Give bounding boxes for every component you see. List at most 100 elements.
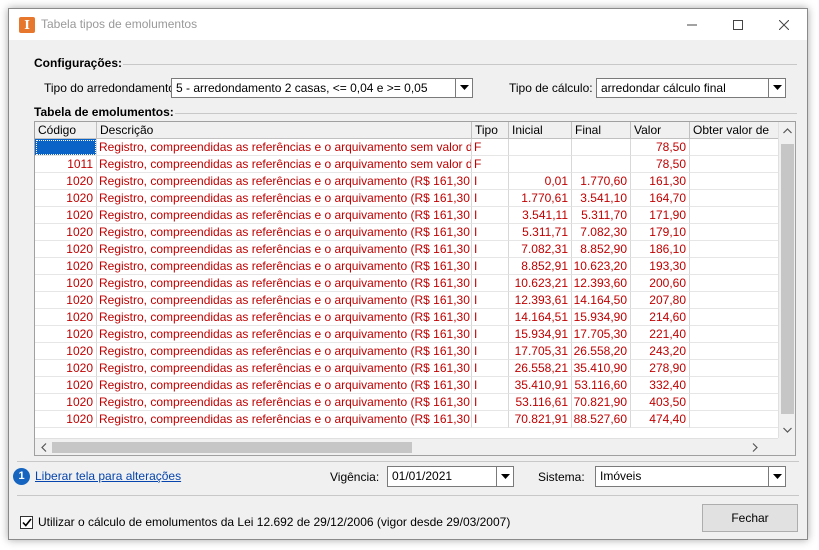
table-row[interactable]: 1020 Registro, compreendidas as referênci…: [35, 224, 780, 241]
cell-descricao[interactable]: Registro, compreendidas as referências e…: [97, 377, 472, 394]
cell-valor[interactable]: 171,90: [631, 207, 690, 224]
cell-obter[interactable]: [690, 241, 780, 258]
cell-obter[interactable]: [690, 275, 780, 292]
table-row[interactable]: 1010 Registro, compreendidas as referênci…: [35, 139, 780, 156]
cell-tipo[interactable]: I: [472, 258, 509, 275]
cell-tipo[interactable]: F: [472, 139, 509, 156]
scroll-down-button[interactable]: [779, 421, 795, 438]
cell-valor[interactable]: 278,90: [631, 360, 690, 377]
vigencia-dropdown-button[interactable]: [496, 467, 513, 486]
scroll-up-button[interactable]: [779, 122, 795, 139]
cell-inicial[interactable]: 26.558,21: [509, 360, 572, 377]
table-row[interactable]: 1020 Registro, compreendidas as referênci…: [35, 275, 780, 292]
table-row[interactable]: 1011 Registro, compreendidas as referênci…: [35, 156, 780, 173]
table-row[interactable]: 1020 Registro, compreendidas as referênci…: [35, 326, 780, 343]
cell-tipo[interactable]: F: [472, 156, 509, 173]
cell-final[interactable]: [572, 156, 631, 173]
cell-valor[interactable]: 221,40: [631, 326, 690, 343]
cell-descricao[interactable]: Registro, compreendidas as referências e…: [97, 394, 472, 411]
cell-obter[interactable]: [690, 377, 780, 394]
cell-codigo[interactable]: 1020: [35, 377, 97, 394]
cell-obter[interactable]: [690, 292, 780, 309]
cell-obter[interactable]: [690, 156, 780, 173]
cell-tipo[interactable]: I: [472, 411, 509, 428]
cell-obter[interactable]: [690, 394, 780, 411]
cell-tipo[interactable]: I: [472, 241, 509, 258]
table-row[interactable]: 1020 Registro, compreendidas as referênci…: [35, 377, 780, 394]
cell-valor[interactable]: 179,10: [631, 224, 690, 241]
cell-final[interactable]: 8.852,90: [572, 241, 631, 258]
unlock-link[interactable]: Liberar tela para alterações: [35, 469, 181, 483]
scroll-left-button[interactable]: [35, 439, 52, 455]
lei-checkbox[interactable]: [20, 516, 33, 529]
cell-inicial[interactable]: 14.164,51: [509, 309, 572, 326]
table-row[interactable]: 1020 Registro, compreendidas as referênci…: [35, 394, 780, 411]
cell-tipo[interactable]: I: [472, 326, 509, 343]
table-row[interactable]: 1020 Registro, compreendidas as referênci…: [35, 258, 780, 275]
cell-tipo[interactable]: I: [472, 275, 509, 292]
cell-descricao[interactable]: Registro, compreendidas as referências e…: [97, 173, 472, 190]
cell-valor[interactable]: 186,10: [631, 241, 690, 258]
cell-descricao[interactable]: Registro, compreendidas as referências e…: [97, 224, 472, 241]
cell-codigo[interactable]: 1020: [35, 394, 97, 411]
cell-inicial[interactable]: 1.770,61: [509, 190, 572, 207]
cell-inicial[interactable]: [509, 156, 572, 173]
cell-descricao[interactable]: Registro, compreendidas as referências e…: [97, 326, 472, 343]
vertical-scroll-thumb[interactable]: [781, 144, 794, 414]
cell-final[interactable]: 35.410,90: [572, 360, 631, 377]
cell-obter[interactable]: [690, 360, 780, 377]
cell-inicial[interactable]: 5.311,71: [509, 224, 572, 241]
cell-final[interactable]: 3.541,10: [572, 190, 631, 207]
header-tipo[interactable]: Tipo: [472, 122, 509, 139]
cell-tipo[interactable]: I: [472, 292, 509, 309]
cell-descricao[interactable]: Registro, compreendidas as referências e…: [97, 275, 472, 292]
cell-inicial[interactable]: 10.623,21: [509, 275, 572, 292]
cell-obter[interactable]: [690, 139, 780, 156]
rounding-select[interactable]: 5 - arredondamento 2 casas, <= 0,04 e >=…: [171, 78, 473, 98]
cell-final[interactable]: 15.934,90: [572, 309, 631, 326]
cell-inicial[interactable]: 53.116,61: [509, 394, 572, 411]
calc-select[interactable]: arredondar cálculo final: [596, 78, 786, 98]
maximize-button[interactable]: [715, 9, 761, 40]
cell-descricao[interactable]: Registro, compreendidas as referências e…: [97, 360, 472, 377]
sistema-select[interactable]: Imóveis: [595, 466, 786, 487]
cell-valor[interactable]: 214,60: [631, 309, 690, 326]
cell-valor[interactable]: 164,70: [631, 190, 690, 207]
cell-final[interactable]: 1.770,60: [572, 173, 631, 190]
cell-final[interactable]: 7.082,30: [572, 224, 631, 241]
cell-valor[interactable]: 78,50: [631, 156, 690, 173]
cell-codigo[interactable]: 1020: [35, 411, 97, 428]
cell-final[interactable]: 17.705,30: [572, 326, 631, 343]
cell-codigo[interactable]: 1020: [35, 326, 97, 343]
cell-codigo[interactable]: 1020: [35, 275, 97, 292]
rounding-dropdown-button[interactable]: [455, 79, 472, 97]
cell-descricao[interactable]: Registro, compreendidas as referências e…: [97, 309, 472, 326]
cell-codigo[interactable]: 1020: [35, 360, 97, 377]
cell-valor[interactable]: 161,30: [631, 173, 690, 190]
emolumentos-table[interactable]: Código Descrição Tipo Inicial Final Valo…: [34, 121, 796, 456]
cell-tipo[interactable]: I: [472, 224, 509, 241]
cell-obter[interactable]: [690, 326, 780, 343]
sistema-dropdown-button[interactable]: [768, 467, 785, 486]
table-row[interactable]: 1020 Registro, compreendidas as referênci…: [35, 190, 780, 207]
cell-inicial[interactable]: 7.082,31: [509, 241, 572, 258]
header-obter-valor[interactable]: Obter valor de: [690, 122, 780, 139]
cell-codigo[interactable]: 1020: [35, 292, 97, 309]
cell-codigo[interactable]: 1020: [35, 258, 97, 275]
cell-tipo[interactable]: I: [472, 394, 509, 411]
cell-inicial[interactable]: [509, 139, 572, 156]
cell-final[interactable]: 88.527,60: [572, 411, 631, 428]
cell-tipo[interactable]: I: [472, 309, 509, 326]
cell-valor[interactable]: 207,80: [631, 292, 690, 309]
header-inicial[interactable]: Inicial: [509, 122, 572, 139]
cell-final[interactable]: 26.558,20: [572, 343, 631, 360]
cell-valor[interactable]: 332,40: [631, 377, 690, 394]
minimize-button[interactable]: [669, 9, 715, 40]
vigencia-date-picker[interactable]: 01/01/2021: [387, 466, 514, 487]
cell-tipo[interactable]: I: [472, 190, 509, 207]
cell-inicial[interactable]: 3.541,11: [509, 207, 572, 224]
cell-inicial[interactable]: 35.410,91: [509, 377, 572, 394]
cell-final[interactable]: 10.623,20: [572, 258, 631, 275]
cell-inicial[interactable]: 15.934,91: [509, 326, 572, 343]
cell-descricao[interactable]: Registro, compreendidas as referências e…: [97, 343, 472, 360]
